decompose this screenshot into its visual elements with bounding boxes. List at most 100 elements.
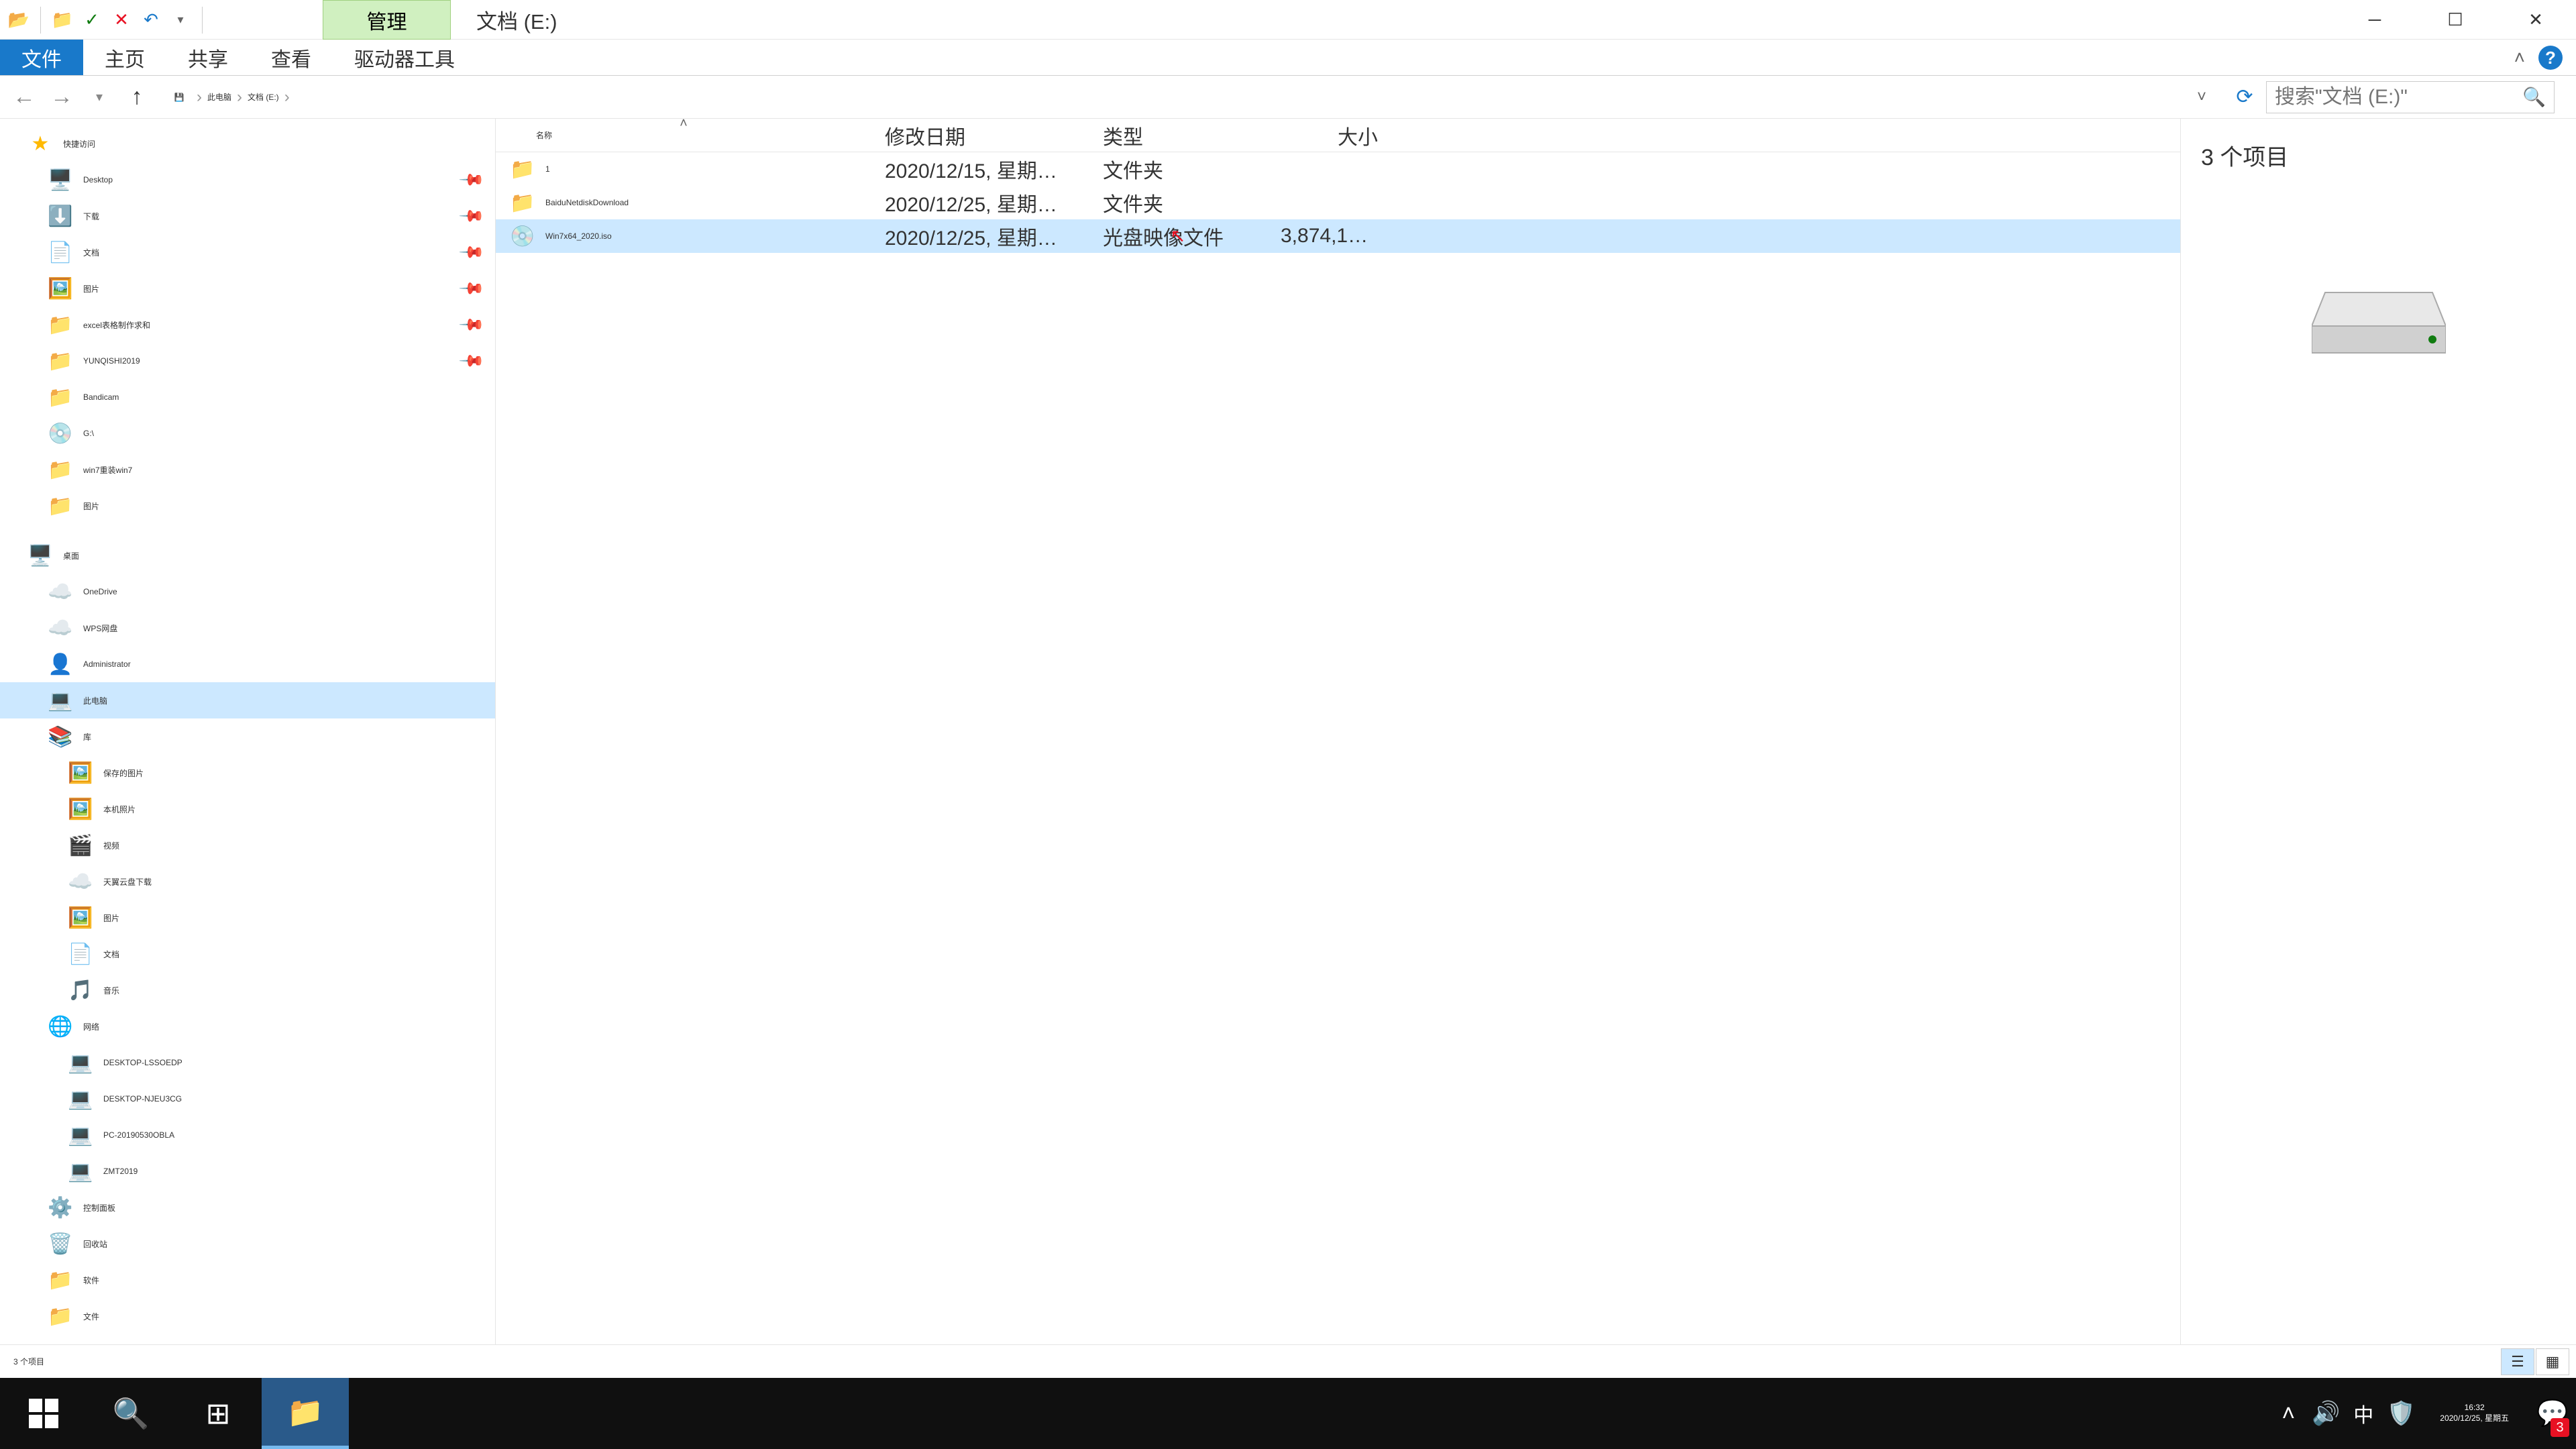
tree-item[interactable]: 🖼️图片📌 <box>0 270 495 307</box>
tree-item-label: Administrator <box>83 659 131 669</box>
undo-icon[interactable]: ↶ <box>139 8 163 32</box>
ribbon-tab-drive-tools[interactable]: 驱动器工具 <box>333 40 476 75</box>
file-list[interactable]: ˄ 名称 修改日期 类型 大小 ↖ 📁12020/12/15, 星期二 1...… <box>496 119 2180 1344</box>
ribbon-tab-file[interactable]: 文件 <box>0 40 83 75</box>
tree-item[interactable]: 💿G:\ <box>0 415 495 451</box>
tree-item[interactable]: 📁软件 <box>0 1262 495 1298</box>
tree-item[interactable]: 🎵音乐 <box>0 972 495 1008</box>
tree-item[interactable]: 📁文件 <box>0 1298 495 1334</box>
details-view-button[interactable]: ☰ <box>2501 1348 2534 1375</box>
search-icon[interactable]: 🔍 <box>2522 86 2546 108</box>
file-row[interactable]: 📁BaiduNetdiskDownload2020/12/25, 星期五 1..… <box>496 186 2180 219</box>
taskbar-explorer[interactable]: 📁 <box>262 1378 349 1449</box>
back-button[interactable]: ← <box>8 81 40 113</box>
breadcrumb-expand-icon[interactable]: ˅ <box>2189 88 2214 107</box>
tree-label: 桌面 <box>63 550 79 561</box>
tree-item[interactable]: 🖼️图片 <box>0 900 495 936</box>
tree-item-label: PC-20190530OBLA <box>103 1130 174 1140</box>
tree-item[interactable]: 📚库 <box>0 718 495 755</box>
column-header-name[interactable]: ˄ 名称 <box>496 119 871 152</box>
ribbon-tab-home[interactable]: 主页 <box>83 40 166 75</box>
tree-item-icon: 📁 <box>47 311 74 338</box>
tree-item[interactable]: 📁YUNQISHI2019📌 <box>0 343 495 379</box>
tree-item[interactable]: 💻此电脑 <box>0 682 495 718</box>
chevron-right-icon[interactable]: › <box>237 88 242 107</box>
tree-item[interactable]: 📄文档 <box>0 936 495 972</box>
thumbnails-view-button[interactable]: ▦ <box>2536 1348 2569 1375</box>
refresh-button[interactable]: ⟳ <box>2229 81 2261 113</box>
volume-icon[interactable]: 🔊 <box>2307 1378 2345 1449</box>
security-icon[interactable]: 🛡️ <box>2382 1378 2420 1449</box>
tree-item[interactable]: 🎬视频 <box>0 827 495 863</box>
delete-icon[interactable]: ✕ <box>109 8 133 32</box>
search-button[interactable]: 🔍 <box>87 1378 174 1449</box>
taskbar-clock[interactable]: 16:32 2020/12/25, 星期五 <box>2420 1403 2529 1424</box>
tree-item[interactable]: 💻PC-20190530OBLA <box>0 1117 495 1153</box>
address-bar[interactable]: 💾 › 此电脑 › 文档 (E:) › ˅ <box>158 81 2223 113</box>
search-box[interactable]: 🔍 <box>2266 81 2555 113</box>
maximize-button[interactable]: ☐ <box>2415 0 2496 40</box>
tree-item[interactable]: 📁excel表格制作求和📌 <box>0 307 495 343</box>
task-view-button[interactable]: ⊞ <box>174 1378 262 1449</box>
tree-item-label: 此电脑 <box>83 695 107 706</box>
tree-item[interactable]: 💻DESKTOP-LSSOEDP <box>0 1044 495 1081</box>
ribbon-tabs: 文件 主页 共享 查看 驱动器工具 ˄ ? <box>0 40 2576 76</box>
forward-button[interactable]: → <box>46 81 78 113</box>
tree-item[interactable]: 🖼️保存的图片 <box>0 755 495 791</box>
cell-type: 文件夹 <box>1089 154 1267 184</box>
close-button[interactable]: ✕ <box>2496 0 2576 40</box>
chevron-right-icon[interactable]: › <box>284 88 290 107</box>
tree-item[interactable]: ☁️WPS网盘 <box>0 610 495 646</box>
notification-badge: 3 <box>2551 1418 2569 1437</box>
tree-item[interactable]: 📁win7重装win7 <box>0 451 495 488</box>
tree-item[interactable]: ⚙️控制面板 <box>0 1189 495 1226</box>
up-button[interactable]: ↑ <box>121 81 153 113</box>
tray-expand-icon[interactable]: ˄ <box>2269 1378 2307 1449</box>
column-header-size[interactable]: 大小 <box>1267 119 1391 152</box>
tree-item[interactable]: 📁Bandicam <box>0 379 495 415</box>
file-row[interactable]: 💿Win7x64_2020.iso2020/12/25, 星期五 1...光盘映… <box>496 219 2180 253</box>
start-button[interactable] <box>0 1378 87 1449</box>
tree-item[interactable]: 🗑️回收站 <box>0 1226 495 1262</box>
tree-item[interactable]: 🖼️本机照片 <box>0 791 495 827</box>
file-icon: 📁 <box>509 156 536 182</box>
chevron-right-icon[interactable]: › <box>197 88 202 107</box>
tree-item[interactable]: 📄文档📌 <box>0 234 495 270</box>
file-area: ˄ 名称 修改日期 类型 大小 ↖ 📁12020/12/15, 星期二 1...… <box>496 119 2576 1344</box>
qat-dropdown-icon[interactable]: ▾ <box>168 8 193 32</box>
tree-network[interactable]: 🌐 网络 <box>0 1008 495 1044</box>
tree-item[interactable]: 👤Administrator <box>0 646 495 682</box>
navigation-pane[interactable]: ★ 快捷访问 🖥️Desktop📌⬇️下载📌📄文档📌🖼️图片📌📁excel表格制… <box>0 119 496 1344</box>
pin-icon: 📌 <box>458 238 486 266</box>
column-header-type[interactable]: 类型 <box>1089 119 1267 152</box>
tree-desktop[interactable]: 🖥️ 桌面 <box>0 537 495 574</box>
column-header-date[interactable]: 修改日期 <box>871 119 1089 152</box>
checkmark-icon[interactable]: ✓ <box>80 8 104 32</box>
tree-item[interactable]: 🖥️Desktop📌 <box>0 162 495 198</box>
tree-item[interactable]: ⬇️下载📌 <box>0 198 495 234</box>
breadcrumb-segment[interactable]: 此电脑 <box>207 91 231 103</box>
ribbon-tab-share[interactable]: 共享 <box>166 40 250 75</box>
cell-date: 2020/12/25, 星期五 1... <box>871 188 1089 217</box>
help-icon[interactable]: ? <box>2538 46 2563 70</box>
search-input[interactable] <box>2275 86 2546 109</box>
tree-item[interactable]: ☁️OneDrive <box>0 574 495 610</box>
tree-item[interactable]: 💻DESKTOP-NJEU3CG <box>0 1081 495 1117</box>
tree-item[interactable]: 💻ZMT2019 <box>0 1153 495 1189</box>
file-row[interactable]: 📁12020/12/15, 星期二 1...文件夹 <box>496 152 2180 186</box>
ribbon-tab-view[interactable]: 查看 <box>250 40 333 75</box>
taskbar[interactable]: 🔍 ⊞ 📁 ˄ 🔊 中 🛡️ 16:32 2020/12/25, 星期五 💬3 <box>0 1378 2576 1449</box>
tree-item-label: DESKTOP-LSSOEDP <box>103 1058 182 1067</box>
tree-item[interactable]: ☁️天翼云盘下载 <box>0 863 495 900</box>
history-dropdown[interactable]: ▾ <box>83 81 115 113</box>
tree-item[interactable]: 📁图片 <box>0 488 495 524</box>
ime-icon[interactable]: 中 <box>2345 1378 2382 1449</box>
minimize-button[interactable]: ─ <box>2334 0 2415 40</box>
notification-center[interactable]: 💬3 <box>2529 1378 2576 1449</box>
ribbon-collapse-icon[interactable]: ˄ <box>2514 47 2525 68</box>
tree-item-icon: 🖼️ <box>67 904 94 931</box>
tree-quick-access[interactable]: ★ 快捷访问 <box>0 125 495 162</box>
column-headers: ˄ 名称 修改日期 类型 大小 <box>496 119 2180 152</box>
breadcrumb-segment[interactable]: 文档 (E:) <box>248 91 279 103</box>
properties-icon[interactable]: 📁 <box>50 8 74 32</box>
